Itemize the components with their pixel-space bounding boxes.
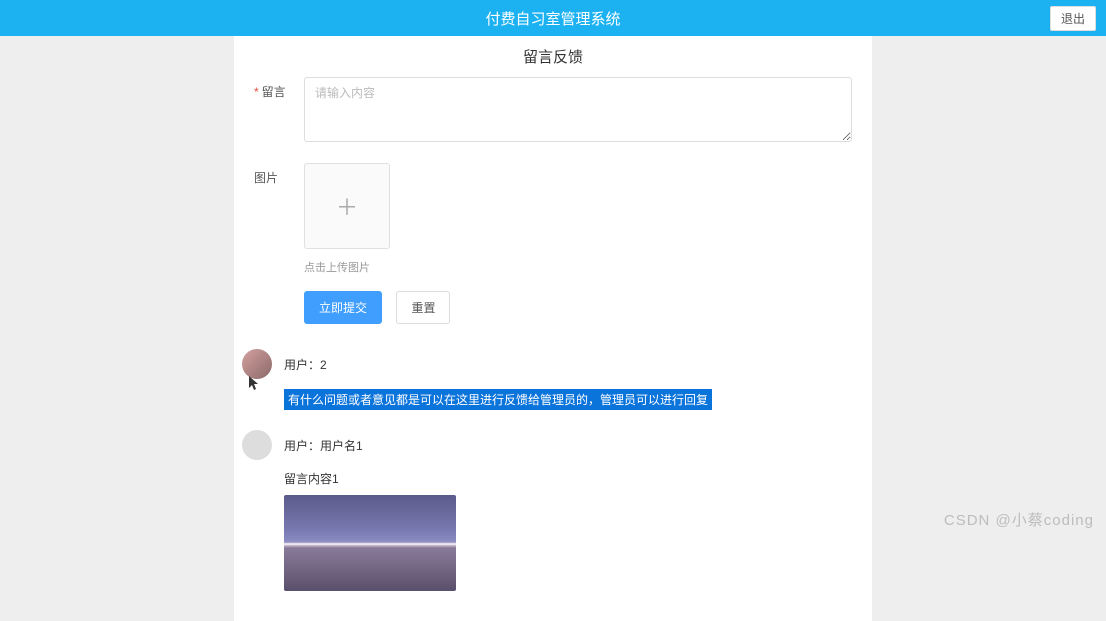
upload-hint: 点击上传图片 [304, 259, 852, 275]
feedback-form: *留言 图片 ＋ 点击上传图片 立即提交 重置 [234, 77, 872, 339]
avatar [242, 349, 272, 379]
message-item: 用户：用户名1 留言内容1 [242, 430, 864, 591]
message-textarea[interactable] [304, 77, 852, 142]
app-title: 付费自习室管理系统 [485, 8, 620, 29]
message-user: 用户：2 [284, 356, 327, 373]
plus-icon: ＋ [336, 190, 358, 222]
message-list: 用户：2 有什么问题或者意见都是可以在这里进行反馈给管理员的，管理员可以进行回复… [234, 339, 872, 621]
logout-button[interactable]: 退出 [1050, 6, 1096, 31]
main-panel: 留言反馈 *留言 图片 ＋ 点击上传图片 立即提交 重置 用户 [234, 36, 872, 621]
page-title: 留言反馈 [234, 36, 872, 77]
app-header: 付费自习室管理系统 退出 [0, 0, 1106, 36]
reset-button[interactable]: 重置 [396, 291, 450, 324]
image-label: 图片 [254, 163, 304, 186]
message-label: *留言 [254, 77, 304, 100]
message-image[interactable] [284, 495, 456, 591]
avatar [242, 430, 272, 460]
message-content-highlighted: 有什么问题或者意见都是可以在这里进行反馈给管理员的，管理员可以进行回复 [284, 389, 712, 410]
submit-button[interactable]: 立即提交 [304, 291, 382, 324]
message-content: 留言内容1 [284, 470, 864, 591]
message-item: 用户：2 有什么问题或者意见都是可以在这里进行反馈给管理员的，管理员可以进行回复 [242, 349, 864, 410]
message-user: 用户：用户名1 [284, 437, 363, 454]
watermark: CSDN @小蔡coding [944, 509, 1094, 530]
image-upload-box[interactable]: ＋ [304, 163, 390, 249]
